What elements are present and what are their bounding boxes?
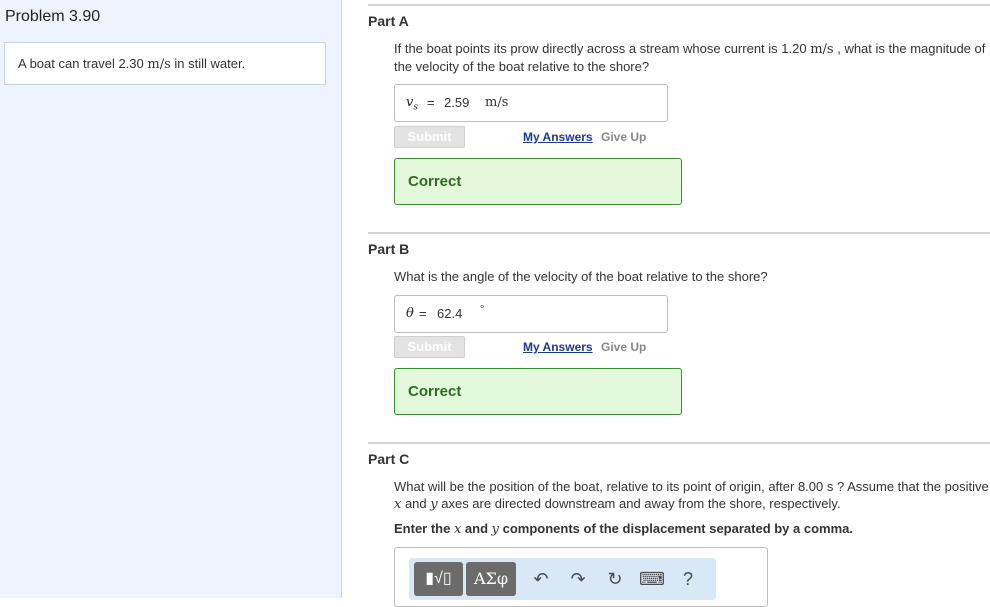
answer-variable: vs	[406, 95, 418, 113]
part-b-give-up-link[interactable]: Give Up	[601, 340, 646, 354]
reset-icon[interactable]: ↻	[602, 566, 628, 592]
templates-button[interactable]: ▮√▯	[414, 562, 463, 596]
part-a-label: Part A	[368, 13, 409, 29]
part-a-my-answers-link[interactable]: My Answers	[523, 130, 593, 144]
part-a-correct-feedback: Correct	[394, 158, 682, 205]
math-toolbar: ▮√▯ ΑΣφ ↶ ↷ ↻ ⌨ ?	[409, 558, 716, 600]
part-b-divider	[368, 232, 990, 234]
part-a-give-up-link[interactable]: Give Up	[601, 130, 646, 144]
part-b-answer-box[interactable]: θ = 62.4 ∘	[394, 295, 668, 333]
undo-icon[interactable]: ↶	[528, 566, 554, 592]
part-c-question: What will be the position of the boat, r…	[394, 479, 989, 512]
problem-panel: Problem 3.90 A boat can travel 2.30 m/s …	[0, 0, 342, 598]
answer-value: 62.4	[437, 306, 463, 321]
redo-icon[interactable]: ↷	[565, 566, 591, 592]
part-c-answer-editor[interactable]: ▮√▯ ΑΣφ ↶ ↷ ↻ ⌨ ?	[394, 547, 768, 607]
keyboard-icon[interactable]: ⌨	[639, 566, 665, 592]
answer-unit: m/s	[485, 95, 509, 110]
part-b-submit-button[interactable]: Submit	[394, 336, 465, 358]
unit: m/s	[147, 57, 171, 72]
part-a-answer-box[interactable]: vs = 2.59 m/s	[394, 84, 668, 122]
problem-title: Problem 3.90	[5, 8, 101, 25]
part-a-submit-button[interactable]: Submit	[394, 126, 465, 148]
part-c-label: Part C	[368, 451, 410, 467]
part-c-divider	[368, 442, 990, 444]
part-a-divider	[368, 4, 990, 6]
part-b-label: Part B	[368, 241, 410, 257]
answer-variable: θ	[406, 306, 414, 321]
part-b-correct-feedback: Correct	[394, 368, 682, 415]
problem-intro-box: A boat can travel 2.30 m/s in still wate…	[4, 42, 326, 85]
problem-intro-text: A boat can travel 2.30 m/s in still wate…	[18, 56, 246, 72]
part-b-my-answers-link[interactable]: My Answers	[523, 340, 593, 354]
part-a-question: If the boat points its prow directly acr…	[394, 41, 986, 74]
part-b-question: What is the angle of the velocity of the…	[394, 269, 768, 284]
degree-unit: ∘	[479, 302, 486, 313]
part-c-instruction: Enter the x and y components of the disp…	[394, 521, 853, 537]
help-icon[interactable]: ?	[675, 566, 701, 592]
answer-value: 2.59	[444, 95, 470, 110]
symbols-button[interactable]: ΑΣφ	[466, 562, 516, 596]
